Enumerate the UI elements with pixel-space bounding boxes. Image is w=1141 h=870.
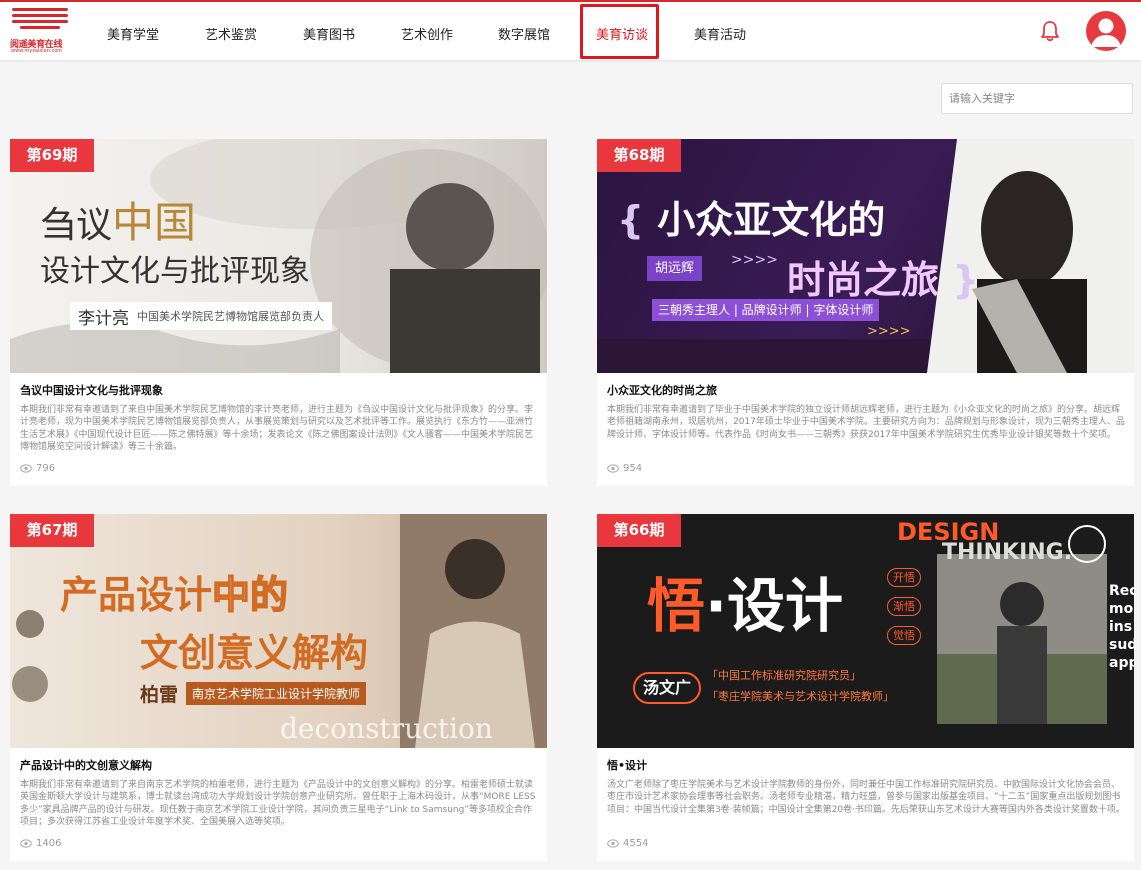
interview-card[interactable]: { 小众亚文化的 胡远辉 >>>> 时尚之旅 } 三朝秀主理人 | 品牌设计师 … — [597, 139, 1134, 486]
card-title[interactable]: 产品设计中的文创意义解构 — [20, 757, 152, 773]
card-description: 本期我们非常有幸邀请到了毕业于中国美术学院的独立设计师胡远辉老师，进行主题为《小… — [607, 405, 1125, 440]
cover-arrows: >>>> — [731, 252, 778, 268]
cover-speaker-banner: 李计亮 中国美术学院民艺博物馆展览部负责人 — [70, 302, 332, 330]
cover-speaker-role: 「中国工作标准研究院研究员」 — [707, 669, 861, 682]
cover-title: 悟·设计 — [647, 572, 844, 640]
card-title[interactable]: 小众亚文化的时尚之旅 — [607, 382, 717, 398]
eye-icon — [607, 464, 619, 473]
cover-title-line2: 设计文化与批评现象 — [40, 254, 310, 289]
issue-badge: 第66期 — [597, 514, 681, 547]
cover-title-line2: 文创意义解构 — [140, 631, 369, 675]
nav-item-creation[interactable]: 艺术创作 — [401, 24, 453, 43]
nav-item-digital-museum[interactable]: 数字展馆 — [498, 24, 550, 43]
card-description: 本期我们非常有幸邀请到了来自中国美术学院民艺博物馆的李计亮老师，进行主题为《刍议… — [20, 405, 534, 453]
user-avatar-icon[interactable] — [1086, 11, 1126, 51]
view-count-value: 954 — [623, 463, 643, 474]
site-header: 阅遥美育在线 www.myzaixian.com 美育学堂 艺术鉴赏 美育图书 … — [0, 2, 1141, 60]
view-count-value: 796 — [36, 463, 56, 474]
card-description: 本期我们非常有幸邀请到了来自南京艺术学院的柏雷老师，进行主题为《产品设计中的文创… — [20, 780, 536, 828]
cover-title-line1: 刍议中国 — [40, 198, 197, 247]
nav-item-interviews[interactable]: 美育访谈 — [596, 24, 648, 43]
issue-badge: 第68期 — [597, 139, 681, 172]
site-logo[interactable]: 阅遥美育在线 www.myzaixian.com — [10, 6, 70, 54]
logo-mark-icon — [12, 8, 68, 36]
card-cover-image[interactable]: 产品设计中的 文创意义解构 柏雷 南京艺术学院工业设计学院教师 deconstr… — [10, 514, 547, 748]
logo-url: www.myzaixian.com — [11, 48, 63, 54]
cover-speaker-name: 汤文广 — [633, 672, 701, 704]
view-count: 796 — [20, 463, 55, 474]
cover-side-text: Rec mo ins sud app — [1109, 583, 1134, 671]
interview-card[interactable]: DESIGN THINKING. 悟·设计 开悟 渐悟 觉悟 汤文广 「中国工作… — [597, 514, 1134, 861]
eye-icon — [607, 839, 619, 848]
card-cover-image[interactable]: 刍议中国 设计文化与批评现象 李计亮 中国美术学院民艺博物馆展览部负责人 — [10, 139, 547, 373]
eye-icon — [20, 839, 32, 848]
view-count: 1406 — [20, 838, 61, 849]
nav-item-activities[interactable]: 美育活动 — [694, 24, 746, 43]
card-description: 汤文广老师除了枣庄学院美术与艺术设计学院教师的身份外，同时兼任中国工作标准研究院… — [607, 780, 1125, 815]
interview-card[interactable]: 刍议中国 设计文化与批评现象 李计亮 中国美术学院民艺博物馆展览部负责人 第69… — [10, 139, 547, 486]
view-count-value: 4554 — [623, 838, 649, 849]
issue-badge: 第67期 — [10, 514, 94, 547]
eye-icon — [20, 464, 32, 473]
bell-icon[interactable] — [1040, 20, 1060, 42]
cover-speaker-roles: 三朝秀主理人 | 品牌设计师 | 字体设计师 — [652, 299, 880, 321]
nav-item-classroom[interactable]: 美育学堂 — [107, 24, 159, 43]
nav-item-appreciation[interactable]: 艺术鉴赏 — [205, 24, 257, 43]
view-count: 4554 — [607, 838, 648, 849]
cover-english-word: deconstruction — [280, 712, 493, 745]
cover-tag: 渐悟 — [887, 597, 921, 616]
cover-speaker-banner: 柏雷 南京艺术学院工业设计学院教师 — [140, 680, 367, 707]
cover-speaker-role: 「枣庄学院美术与艺术设计学院教师」 — [707, 690, 894, 703]
nav-item-books[interactable]: 美育图书 — [303, 24, 355, 43]
card-title[interactable]: 刍议中国设计文化与批评现象 — [20, 382, 163, 398]
cover-title-line1: 产品设计中的 — [60, 572, 289, 618]
cover-title-line1: { 小众亚文化的 — [617, 198, 886, 242]
interview-card[interactable]: 产品设计中的 文创意义解构 柏雷 南京艺术学院工业设计学院教师 deconstr… — [10, 514, 547, 861]
view-count: 954 — [607, 463, 642, 474]
cover-title-line2: 时尚之旅 } — [787, 258, 980, 302]
issue-badge: 第69期 — [10, 139, 94, 172]
card-cover-image[interactable]: { 小众亚文化的 胡远辉 >>>> 时尚之旅 } 三朝秀主理人 | 品牌设计师 … — [597, 139, 1134, 373]
cover-word-thinking: THINKING. — [942, 540, 1073, 565]
cover-tag: 觉悟 — [887, 626, 921, 645]
cover-arrows-2: >>>> — [867, 324, 911, 339]
cover-tag: 开悟 — [887, 568, 921, 587]
cover-speaker-name: 胡远辉 — [647, 256, 703, 281]
search-input[interactable] — [941, 83, 1133, 114]
card-cover-image[interactable]: DESIGN THINKING. 悟·设计 开悟 渐悟 觉悟 汤文广 「中国工作… — [597, 514, 1134, 748]
card-title[interactable]: 悟•设计 — [607, 757, 647, 773]
view-count-value: 1406 — [36, 838, 62, 849]
